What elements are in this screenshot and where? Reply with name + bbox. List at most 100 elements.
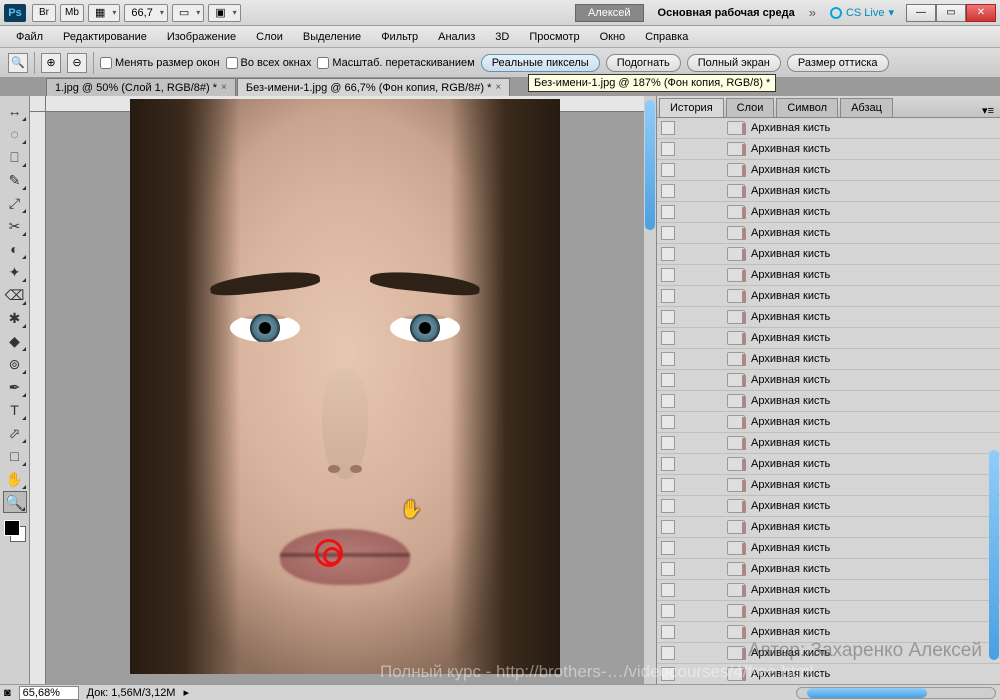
tool-4[interactable]: ⤢ xyxy=(3,192,27,214)
history-visibility-box[interactable] xyxy=(661,541,675,555)
history-visibility-box[interactable] xyxy=(661,268,675,282)
history-visibility-box[interactable] xyxy=(661,625,675,639)
history-visibility-box[interactable] xyxy=(661,184,675,198)
canvas-hscrollbar[interactable] xyxy=(796,687,996,699)
zoom-level-dropdown[interactable]: 66,7 xyxy=(124,4,167,22)
zoom-in-icon[interactable]: ⊕ xyxy=(41,53,61,73)
canvas-vscrollbar[interactable] xyxy=(644,96,656,684)
menu-help[interactable]: Справка xyxy=(635,29,698,45)
history-row[interactable]: Архивная кисть xyxy=(657,601,1000,622)
tool-15[interactable]: □ xyxy=(3,445,27,467)
tab-close-icon[interactable]: × xyxy=(221,82,227,93)
history-visibility-box[interactable] xyxy=(661,604,675,618)
history-row[interactable]: Архивная кисть xyxy=(657,286,1000,307)
fill-screen-button[interactable]: Полный экран xyxy=(687,54,781,72)
panel-vscrollbar[interactable] xyxy=(988,96,1000,684)
history-row[interactable]: Архивная кисть xyxy=(657,328,1000,349)
history-row[interactable]: Архивная кисть xyxy=(657,370,1000,391)
history-visibility-box[interactable] xyxy=(661,394,675,408)
menu-file[interactable]: Файл xyxy=(6,29,53,45)
arrange-dropdown[interactable]: ▭ xyxy=(172,4,204,22)
all-windows-checkbox[interactable]: Во всех окнах xyxy=(226,57,312,69)
history-visibility-box[interactable] xyxy=(661,562,675,576)
tool-1[interactable]: ◌ xyxy=(3,123,27,145)
history-row[interactable]: Архивная кисть xyxy=(657,433,1000,454)
current-tool-icon[interactable]: 🔍 xyxy=(8,53,28,73)
menu-filter[interactable]: Фильтр xyxy=(371,29,428,45)
cslive-button[interactable]: CS Live ▾ xyxy=(824,6,900,19)
bridge-button[interactable]: Br xyxy=(32,4,56,22)
history-visibility-box[interactable] xyxy=(661,226,675,240)
zoom-readout[interactable]: 65,68% xyxy=(19,686,79,700)
tool-14[interactable]: ⬀ xyxy=(3,422,27,444)
document-canvas[interactable]: ✋ xyxy=(130,99,560,674)
menu-select[interactable]: Выделение xyxy=(293,29,371,45)
history-visibility-box[interactable] xyxy=(661,457,675,471)
panel-tab-history[interactable]: История xyxy=(659,98,724,117)
history-row[interactable]: Архивная кисть xyxy=(657,496,1000,517)
tool-16[interactable]: ✋ xyxy=(3,468,27,490)
panel-tab-character[interactable]: Символ xyxy=(776,98,838,117)
tool-9[interactable]: ✱ xyxy=(3,307,27,329)
view-extras-dropdown[interactable]: ▦ xyxy=(88,4,120,22)
menu-image[interactable]: Изображение xyxy=(157,29,246,45)
history-row[interactable]: Архивная кисть xyxy=(657,580,1000,601)
history-visibility-box[interactable] xyxy=(661,247,675,261)
history-visibility-box[interactable] xyxy=(661,289,675,303)
color-swatch[interactable] xyxy=(4,520,26,542)
history-row[interactable]: Архивная кисть xyxy=(657,223,1000,244)
scroll-thumb[interactable] xyxy=(989,450,999,660)
history-visibility-box[interactable] xyxy=(661,142,675,156)
tool-17[interactable]: 🔍 xyxy=(3,491,27,513)
history-row[interactable]: Архивная кисть xyxy=(657,244,1000,265)
history-row[interactable]: Архивная кисть xyxy=(657,139,1000,160)
history-visibility-box[interactable] xyxy=(661,121,675,135)
history-visibility-box[interactable] xyxy=(661,310,675,324)
history-row[interactable]: Архивная кисть xyxy=(657,265,1000,286)
minimize-button[interactable]: — xyxy=(906,4,936,22)
history-row[interactable]: Архивная кисть xyxy=(657,412,1000,433)
menu-view[interactable]: Просмотр xyxy=(519,29,589,45)
canvas-area[interactable]: ✋ xyxy=(30,96,656,684)
panel-tab-layers[interactable]: Слои xyxy=(726,98,775,117)
menu-layer[interactable]: Слои xyxy=(246,29,293,45)
tool-6[interactable]: ◐ xyxy=(3,238,27,260)
panel-tab-paragraph[interactable]: Абзац xyxy=(840,98,893,117)
actual-pixels-button[interactable]: Реальные пикселы xyxy=(481,54,600,72)
screen-mode-dropdown[interactable]: ▣ xyxy=(208,4,240,22)
menu-window[interactable]: Окно xyxy=(590,29,636,45)
tool-11[interactable]: ⊚ xyxy=(3,353,27,375)
tool-10[interactable]: ◆ xyxy=(3,330,27,352)
history-row[interactable]: Архивная кисть xyxy=(657,160,1000,181)
tool-12[interactable]: ✒ xyxy=(3,376,27,398)
print-size-button[interactable]: Размер оттиска xyxy=(787,54,889,72)
scroll-thumb[interactable] xyxy=(807,688,927,698)
tab-close-icon[interactable]: × xyxy=(495,82,501,93)
history-row[interactable]: Архивная кисть xyxy=(657,559,1000,580)
tool-7[interactable]: ✦ xyxy=(3,261,27,283)
history-row[interactable]: Архивная кисть xyxy=(657,517,1000,538)
history-visibility-box[interactable] xyxy=(661,205,675,219)
ruler-vertical[interactable] xyxy=(30,112,46,684)
history-visibility-box[interactable] xyxy=(661,583,675,597)
history-visibility-box[interactable] xyxy=(661,436,675,450)
tool-5[interactable]: ✂ xyxy=(3,215,27,237)
history-row[interactable]: Архивная кисть xyxy=(657,454,1000,475)
history-row[interactable]: Архивная кисть xyxy=(657,538,1000,559)
history-row[interactable]: Архивная кисть xyxy=(657,475,1000,496)
history-visibility-box[interactable] xyxy=(661,163,675,177)
history-visibility-box[interactable] xyxy=(661,478,675,492)
close-button[interactable]: ✕ xyxy=(966,4,996,22)
workspace-more-icon[interactable]: » xyxy=(801,5,824,20)
status-arrow-icon[interactable]: ▸ xyxy=(183,686,189,699)
quickmask-icon[interactable]: ◙ xyxy=(4,687,11,699)
scroll-thumb[interactable] xyxy=(645,100,655,230)
history-row[interactable]: Архивная кисть xyxy=(657,202,1000,223)
minibridge-button[interactable]: Mb xyxy=(60,4,84,22)
tool-8[interactable]: ⌫ xyxy=(3,284,27,306)
menu-3d[interactable]: 3D xyxy=(485,29,519,45)
history-visibility-box[interactable] xyxy=(661,415,675,429)
menu-analysis[interactable]: Анализ xyxy=(428,29,485,45)
history-visibility-box[interactable] xyxy=(661,520,675,534)
zoom-out-icon[interactable]: ⊖ xyxy=(67,53,87,73)
